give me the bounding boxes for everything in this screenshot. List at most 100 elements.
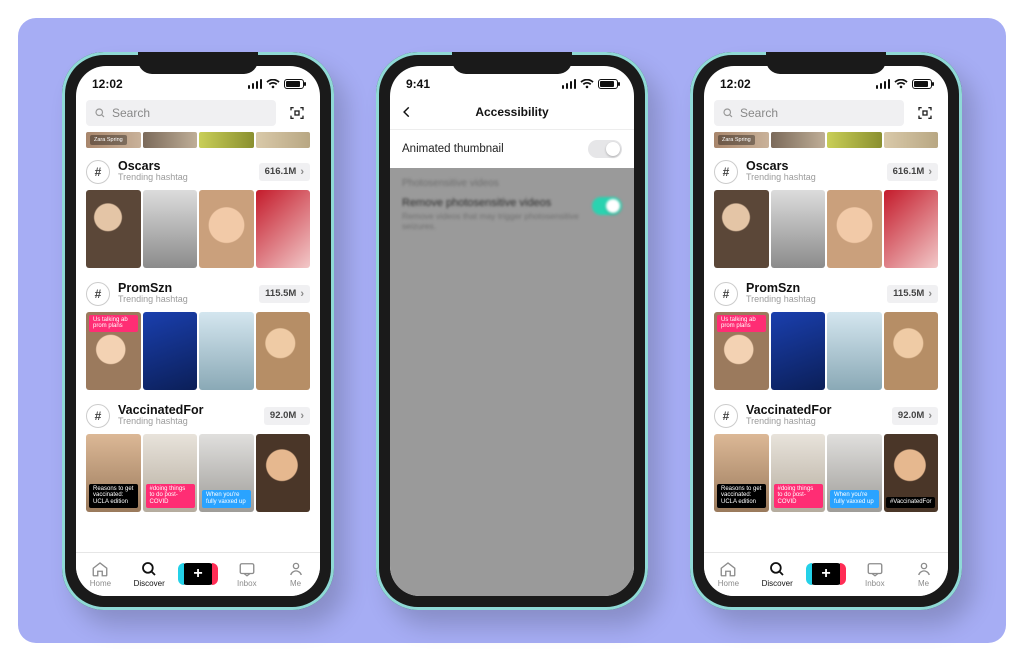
video-thumb[interactable] — [143, 190, 198, 268]
tab-label: Discover — [762, 579, 793, 588]
scan-button[interactable] — [912, 100, 938, 126]
home-icon — [719, 560, 737, 578]
video-thumb[interactable] — [199, 190, 254, 268]
video-thumb[interactable] — [771, 190, 826, 268]
thumb-badge: Reasons to get vaccinated: UCLA edition — [717, 484, 766, 508]
video-thumb[interactable] — [199, 312, 254, 390]
video-thumb[interactable] — [827, 312, 882, 390]
hashtag-icon: # — [86, 160, 110, 184]
search-input[interactable]: Search — [714, 100, 904, 126]
status-icons — [248, 79, 305, 89]
video-thumb[interactable] — [714, 190, 769, 268]
video-thumb[interactable] — [827, 190, 882, 268]
toggle-animated-thumbnail[interactable] — [588, 140, 622, 158]
hashtag-row-oscars[interactable]: # Oscars Trending hashtag 616.1M — [704, 152, 948, 186]
hashtag-count[interactable]: 92.0M — [264, 407, 310, 425]
hashtag-count[interactable]: 92.0M — [892, 407, 938, 425]
scan-icon — [289, 105, 305, 121]
hashtag-sub: Trending hashtag — [746, 173, 816, 183]
tab-home[interactable]: Home — [704, 560, 753, 588]
hero-label: Zara Spring — [90, 135, 127, 145]
hashtag-sub: Trending hashtag — [746, 295, 816, 305]
settings-blurred-section: Photosensitive videos Remove photosensit… — [390, 168, 634, 241]
search-icon — [140, 560, 158, 578]
search-input[interactable]: Search — [86, 100, 276, 126]
tab-label: Discover — [134, 579, 165, 588]
chevron-left-icon — [400, 105, 414, 119]
hero-strip[interactable]: Zara Spring — [704, 132, 948, 148]
video-thumb[interactable]: When you're fully vaxxed up — [199, 434, 254, 512]
video-thumb[interactable] — [86, 190, 141, 268]
video-thumb[interactable] — [256, 312, 311, 390]
thumb-row: Reasons to get vaccinated: UCLA edition … — [704, 430, 948, 518]
video-thumb[interactable]: Us talking ab prom plans — [86, 312, 141, 390]
tab-inbox[interactable]: Inbox — [850, 560, 899, 588]
search-placeholder: Search — [112, 106, 150, 120]
setting-remove-photosensitive[interactable]: Remove photosensitive videos Remove vide… — [402, 197, 622, 231]
settings-header: Accessibility — [390, 96, 634, 130]
back-button[interactable] — [400, 105, 414, 119]
tab-discover[interactable]: Discover — [125, 560, 174, 588]
tab-me[interactable]: Me — [271, 560, 320, 588]
battery-icon — [598, 79, 618, 89]
hashtag-name: VaccinatedFor — [746, 404, 831, 418]
hashtag-row-vaccinatedfor[interactable]: # VaccinatedFor Trending hashtag 92.0M — [76, 396, 320, 430]
setting-label: Animated thumbnail — [402, 143, 504, 155]
home-icon — [91, 560, 109, 578]
thumb-badge: #VaccinatedFor — [886, 497, 935, 508]
setting-animated-thumbnail[interactable]: Animated thumbnail — [390, 130, 634, 168]
thumb-badge: #doing things to do post-COVID — [774, 484, 823, 508]
video-thumb[interactable] — [771, 312, 826, 390]
video-thumb[interactable] — [884, 312, 939, 390]
thumb-row — [76, 186, 320, 274]
thumb-row — [704, 186, 948, 274]
section-heading: Photosensitive videos — [402, 178, 622, 189]
hashtag-row-vaccinatedfor[interactable]: # VaccinatedFor Trending hashtag 92.0M — [704, 396, 948, 430]
wifi-icon — [266, 79, 280, 89]
tab-me[interactable]: Me — [899, 560, 948, 588]
video-thumb[interactable] — [143, 312, 198, 390]
tab-inbox[interactable]: Inbox — [222, 560, 271, 588]
hashtag-count[interactable]: 616.1M — [887, 163, 938, 181]
hashtag-sub: Trending hashtag — [746, 417, 831, 427]
tab-create[interactable]: + — [174, 565, 223, 583]
thumb-badge: Us talking ab prom plans — [717, 315, 766, 332]
hero-strip[interactable]: Zara Spring — [76, 132, 320, 148]
video-thumb[interactable]: Reasons to get vaccinated: UCLA edition — [714, 434, 769, 512]
tab-label: Inbox — [237, 579, 257, 588]
plus-icon: + — [181, 563, 215, 585]
scan-button[interactable] — [284, 100, 310, 126]
battery-icon — [912, 79, 932, 89]
hashtag-row-oscars[interactable]: # Oscars Trending hashtag 616.1M — [76, 152, 320, 186]
video-thumb[interactable] — [884, 190, 939, 268]
tab-create[interactable]: + — [802, 565, 851, 583]
search-icon — [722, 107, 734, 119]
scan-icon — [917, 105, 933, 121]
hashtag-count[interactable]: 616.1M — [259, 163, 310, 181]
video-thumb[interactable]: #VaccinatedFor — [884, 434, 939, 512]
status-time: 12:02 — [720, 77, 751, 91]
thumb-badge: Reasons to get vaccinated: UCLA edition — [89, 484, 138, 508]
hashtag-row-promszn[interactable]: # PromSzn Trending hashtag 115.5M — [76, 274, 320, 308]
tab-label: Me — [918, 579, 929, 588]
inbox-icon — [866, 560, 884, 578]
video-thumb[interactable]: #doing things to do post-COVID — [771, 434, 826, 512]
hashtag-icon: # — [714, 160, 738, 184]
hashtag-icon: # — [86, 404, 110, 428]
phone-accessibility: 9:41 Accessibility Animated thumbnail — [376, 52, 648, 610]
video-thumb[interactable]: #doing things to do post-COVID — [143, 434, 198, 512]
video-thumb[interactable] — [256, 190, 311, 268]
tab-home[interactable]: Home — [76, 560, 125, 588]
video-thumb[interactable] — [256, 434, 311, 512]
thumb-row: Us talking ab prom plans — [76, 308, 320, 396]
hashtag-count[interactable]: 115.5M — [259, 285, 310, 303]
video-thumb[interactable]: Us talking ab prom plans — [714, 312, 769, 390]
hashtag-row-promszn[interactable]: # PromSzn Trending hashtag 115.5M — [704, 274, 948, 308]
toggle-remove-photosensitive[interactable] — [592, 197, 622, 215]
video-thumb[interactable]: Reasons to get vaccinated: UCLA edition — [86, 434, 141, 512]
hashtag-count[interactable]: 115.5M — [887, 285, 938, 303]
tab-label: Home — [90, 579, 111, 588]
video-thumb[interactable]: When you're fully vaxxed up — [827, 434, 882, 512]
signal-icon — [562, 79, 577, 89]
tab-discover[interactable]: Discover — [753, 560, 802, 588]
